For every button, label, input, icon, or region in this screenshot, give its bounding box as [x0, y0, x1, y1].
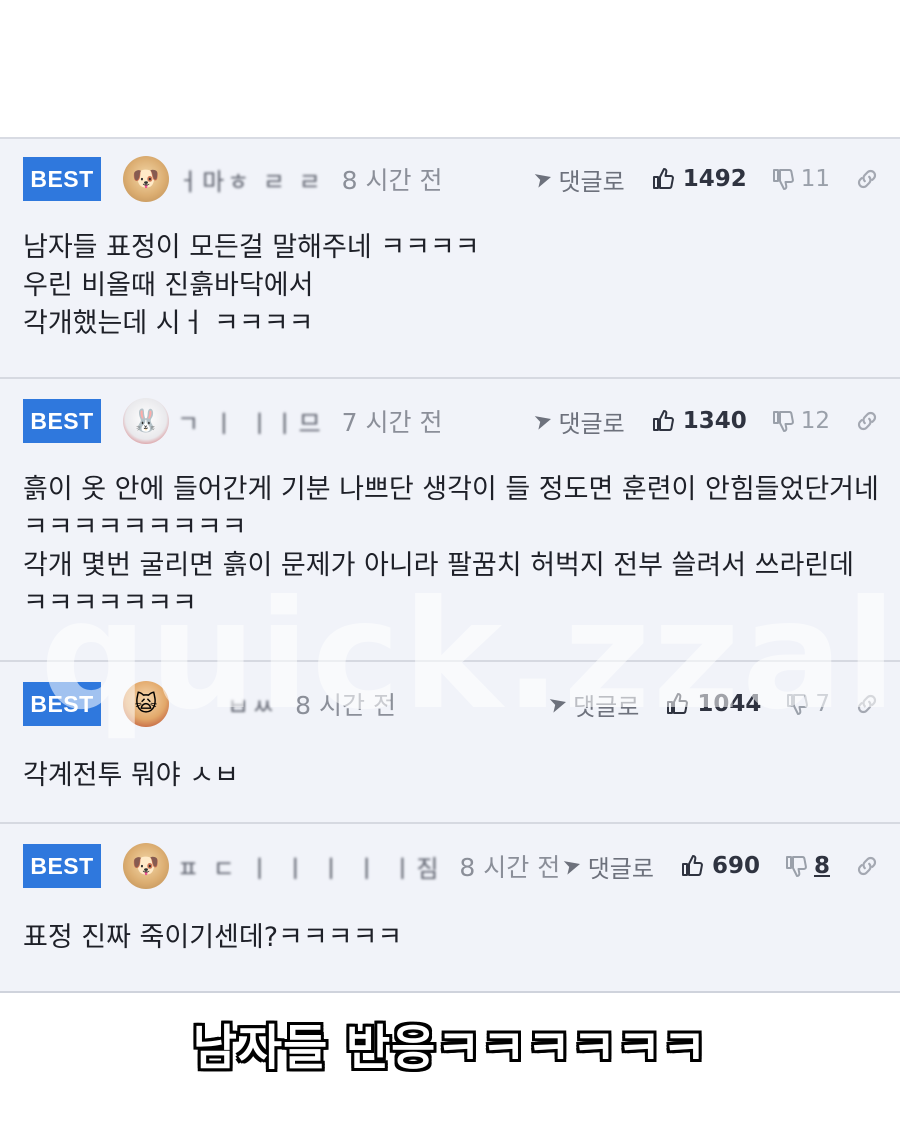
- dislike-count: 12: [800, 408, 830, 434]
- comment-time: 8 시간 전: [341, 166, 443, 195]
- avatar[interactable]: 🙀: [123, 681, 169, 727]
- avatar[interactable]: 🐰: [123, 398, 169, 444]
- like-count: 1340: [682, 408, 747, 434]
- comment-item: BEST 🐰 ㄱ ㅣ ㅣㅣ므 7 시간 전 ➤ 댓글로 1340 12 흙이 옷…: [0, 379, 900, 662]
- link-icon[interactable]: [854, 853, 880, 879]
- best-badge: BEST: [23, 157, 101, 201]
- like-count: 1492: [682, 166, 747, 192]
- like-button[interactable]: 1044: [665, 691, 761, 717]
- reply-button[interactable]: ➤ 댓글로: [531, 162, 625, 197]
- reply-button[interactable]: ➤ 댓글로: [560, 849, 654, 884]
- dislike-count: 11: [800, 166, 830, 192]
- reply-arrow-icon: ➤: [560, 851, 585, 881]
- comment-text: 표정 진짜 죽이기센데?ㅋㅋㅋㅋㅋ: [23, 922, 403, 953]
- comment-header: BEST 🐶 ㅍ ㄷ ㅣ ㅣ ㅣ ㅣ ㅣ짐 8 시간 전 ➤ 댓글로 690 8: [23, 843, 880, 889]
- best-badge: BEST: [23, 682, 101, 726]
- thumbs-down-icon: [785, 856, 807, 877]
- like-count: 1044: [697, 691, 762, 717]
- link-icon[interactable]: [854, 408, 880, 434]
- comment-item: BEST 🐶 ㅍ ㄷ ㅣ ㅣ ㅣ ㅣ ㅣ짐 8 시간 전 ➤ 댓글로 690 8…: [0, 824, 900, 991]
- reply-label: 댓글로: [558, 167, 625, 196]
- thumbs-up-icon: [681, 855, 703, 876]
- reply-label: 댓글로: [573, 692, 640, 721]
- like-button[interactable]: 1340: [651, 408, 747, 434]
- best-badge: BEST: [23, 399, 101, 443]
- comment-item: BEST 🐶 ㅓ마ㅎ ㄹ ㄹ 8 시간 전 ➤ 댓글로 1492 11 남자들 …: [0, 139, 900, 379]
- like-button[interactable]: 690: [680, 853, 760, 879]
- reply-arrow-icon: ➤: [545, 689, 571, 719]
- nickname[interactable]: ㄱ ㅣ ㅣㅣ므: [177, 404, 324, 439]
- thumbs-down-icon: [772, 411, 794, 432]
- comment-time: 8 시간 전: [459, 853, 561, 882]
- nickname[interactable]: ㅓ마ㅎ ㄹ ㄹ: [177, 162, 324, 197]
- comment-header: BEST 🐰 ㄱ ㅣ ㅣㅣ므 7 시간 전 ➤ 댓글로 1340 12: [23, 398, 880, 444]
- thumbs-down-icon: [787, 694, 809, 715]
- comment-text: 흙이 옷 안에 들어간게 기분 나쁘단 생각이 들 정도면 훈련이 안힘들었단거…: [23, 474, 879, 619]
- comment-text: 남자들 표정이 모든걸 말해주네 ㅋㅋㅋㅋ 우린 비올때 진흙바닥에서 각개했는…: [23, 232, 480, 339]
- dislike-count: 7: [815, 691, 830, 717]
- reply-arrow-icon: ➤: [531, 406, 556, 436]
- dislike-button[interactable]: 12: [771, 408, 830, 434]
- link-icon[interactable]: [854, 166, 880, 192]
- thumbs-up-icon: [667, 693, 689, 714]
- like-button[interactable]: 1492: [651, 166, 747, 192]
- link-icon[interactable]: [854, 691, 880, 717]
- avatar[interactable]: 🐶: [123, 156, 169, 202]
- reply-label: 댓글로: [558, 409, 625, 438]
- reply-button[interactable]: ➤ 댓글로: [545, 687, 640, 722]
- dislike-button[interactable]: 7: [785, 691, 830, 717]
- dislike-count: 8: [813, 853, 830, 879]
- best-badge: BEST: [23, 844, 101, 888]
- dislike-button[interactable]: 11: [771, 166, 830, 192]
- nickname[interactable]: ㅂㅆ: [227, 687, 277, 722]
- avatar[interactable]: 🐶: [123, 843, 169, 889]
- comment-list-screenshot: quick.zzal BEST 🐶 ㅓ마ㅎ ㄹ ㄹ 8 시간 전 ➤ 댓글로 1…: [0, 137, 900, 993]
- reply-button[interactable]: ➤ 댓글로: [531, 404, 625, 439]
- like-count: 690: [711, 853, 760, 879]
- reply-label: 댓글로: [587, 854, 654, 883]
- thumbs-down-icon: [772, 169, 794, 190]
- video-caption: 남자들 반응ㅋㅋㅋㅋㅋㅋ: [192, 1020, 708, 1076]
- comment-header: BEST 🙀 ㅂㅆ 8 시간 전 ➤ 댓글로 1044 7: [23, 681, 880, 727]
- thumbs-up-icon: [652, 168, 674, 189]
- comment-item: BEST 🙀 ㅂㅆ 8 시간 전 ➤ 댓글로 1044 7 각계전투 뭐야 ㅅㅂ: [0, 662, 900, 824]
- comment-text: 각계전투 뭐야 ㅅㅂ: [23, 760, 239, 791]
- comment-time: 8 시간 전: [295, 691, 396, 720]
- dislike-button[interactable]: 8: [784, 853, 830, 879]
- thumbs-up-icon: [652, 410, 674, 431]
- reply-arrow-icon: ➤: [531, 164, 556, 194]
- comment-header: BEST 🐶 ㅓ마ㅎ ㄹ ㄹ 8 시간 전 ➤ 댓글로 1492 11: [23, 156, 880, 202]
- nickname[interactable]: ㅍ ㄷ ㅣ ㅣ ㅣ ㅣ ㅣ짐: [177, 849, 441, 884]
- comment-time: 7 시간 전: [341, 408, 443, 437]
